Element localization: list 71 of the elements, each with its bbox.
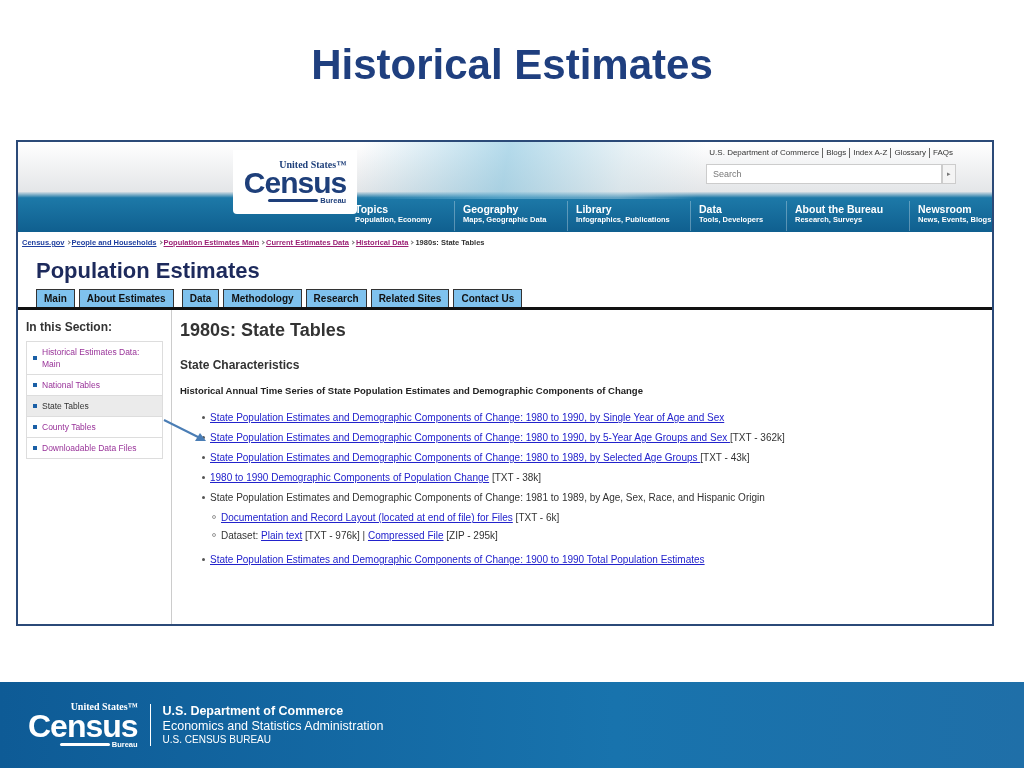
logo-bar (59, 743, 110, 747)
content-heading: 1980s: State Tables (180, 320, 347, 342)
link[interactable]: Compressed File (367, 530, 444, 542)
logo-text: Census (28, 710, 138, 742)
utility-link[interactable]: U.S. Department of Commerce (706, 148, 823, 158)
section-heading: State Characteristics (180, 357, 301, 372)
bullet-icon (202, 436, 205, 440)
item-text: [TXT - 6k] (515, 512, 560, 524)
footer-text: U.S. Department of Commerce (162, 704, 345, 720)
search-field[interactable]: Search (706, 164, 942, 184)
item-text: [TXT - 43k] (700, 452, 750, 464)
bullet-icon (33, 356, 37, 360)
sidebar-item-label: National Tables (42, 379, 100, 391)
footer-text: U.S. CENSUS BUREAU (162, 734, 272, 747)
item-text: [TXT - 38k] (491, 472, 542, 484)
sidebar-item[interactable]: County Tables (27, 416, 162, 437)
logo-text: Census (243, 167, 347, 198)
link[interactable]: Plain text (261, 530, 303, 542)
logo-text: United States™ (279, 159, 347, 170)
tab[interactable]: Main (36, 289, 75, 307)
link[interactable]: Documentation and Record Layout (located at end of file) for Files (221, 512, 513, 524)
utility-link[interactable]: FAQs (929, 148, 956, 158)
bullet-icon (202, 416, 205, 420)
nav-title: Newsroom (918, 204, 973, 215)
item-text: [TXT - 976k] | (304, 530, 366, 542)
tab[interactable]: Methodology (223, 289, 302, 307)
item-text: Dataset: (221, 530, 259, 542)
item-text: [TXT - 362k] (729, 432, 785, 444)
logo-bar (268, 199, 319, 202)
utility-link[interactable]: Blogs (822, 148, 850, 158)
sidebar-item[interactable]: Downloadable Data Files (27, 437, 162, 458)
sidebar-item[interactable]: State Tables (27, 395, 162, 416)
bullet-icon (202, 476, 205, 480)
link[interactable]: State Population Estimates and Demographic Components of Change: 1980 to 1990, by Single Year of Age and Sex (210, 412, 725, 424)
sidebar-heading: In this Section: (26, 319, 113, 336)
link[interactable]: State Population Estimates and Demographic Components of Change: 1980 to 1989, by Selected Age Groups (210, 452, 701, 464)
item-text: State Population Estimates and Demographic Components of Change: 1981 to 1989, by Age, Sex, Race, and Hispanic Origin (210, 492, 765, 504)
nav-title: Library (576, 204, 613, 215)
utility-link[interactable]: Glossary (890, 148, 929, 158)
bullet-icon (33, 425, 37, 429)
item-text: [ZIP - 295k] (446, 530, 498, 542)
tab[interactable]: Related Sites (370, 289, 450, 307)
slide-title: Historical Estimates (310, 40, 714, 90)
nav-title: Geography (463, 204, 520, 215)
bullet-icon (33, 446, 37, 450)
subsection-title: Historical Annual Time Series of State Population Estimates and Demographic Components of Change (180, 384, 644, 398)
bullet-icon (33, 383, 37, 387)
pointer-arrow (162, 418, 208, 444)
footer-text: Economics and Statistics Administration (162, 719, 384, 735)
page-title: Population Estimates (36, 260, 261, 282)
sidebar-item-label: County Tables (42, 421, 96, 433)
sidebar-item-label: Historical Estimates Data: Main (42, 346, 141, 370)
nav-title: Data (699, 204, 723, 215)
tab[interactable]: About Estimates (78, 289, 174, 307)
nav-title: Topics (355, 204, 390, 215)
bullet-icon (202, 456, 205, 460)
utility-link[interactable]: Index A-Z (849, 148, 891, 158)
sidebar-item-label: State Tables (42, 400, 89, 412)
nav-title: About the Bureau (795, 204, 885, 215)
tab[interactable]: Research (305, 289, 367, 307)
sidebar-item[interactable]: Historical Estimates Data: Main (27, 342, 162, 374)
link[interactable]: 1980 to 1990 Demographic Components of Population Change (210, 472, 490, 484)
link[interactable]: State Population Estimates and Demographic Components of Change: 1980 to 1990, by 5-Year Age Groups and Sex (210, 432, 730, 444)
tab[interactable]: Data (181, 289, 220, 307)
bullet-icon (202, 496, 205, 500)
bullet-icon (202, 558, 205, 562)
logo-text: United States™ (70, 702, 138, 712)
bullet-icon (33, 404, 37, 408)
tab[interactable]: Contact Us (453, 289, 523, 307)
link[interactable]: State Population Estimates and Demographic Components of Change: 1900 to 1990 Total Population Estimates (210, 554, 705, 566)
sidebar-item-label: Downloadable Data Files (42, 442, 137, 454)
